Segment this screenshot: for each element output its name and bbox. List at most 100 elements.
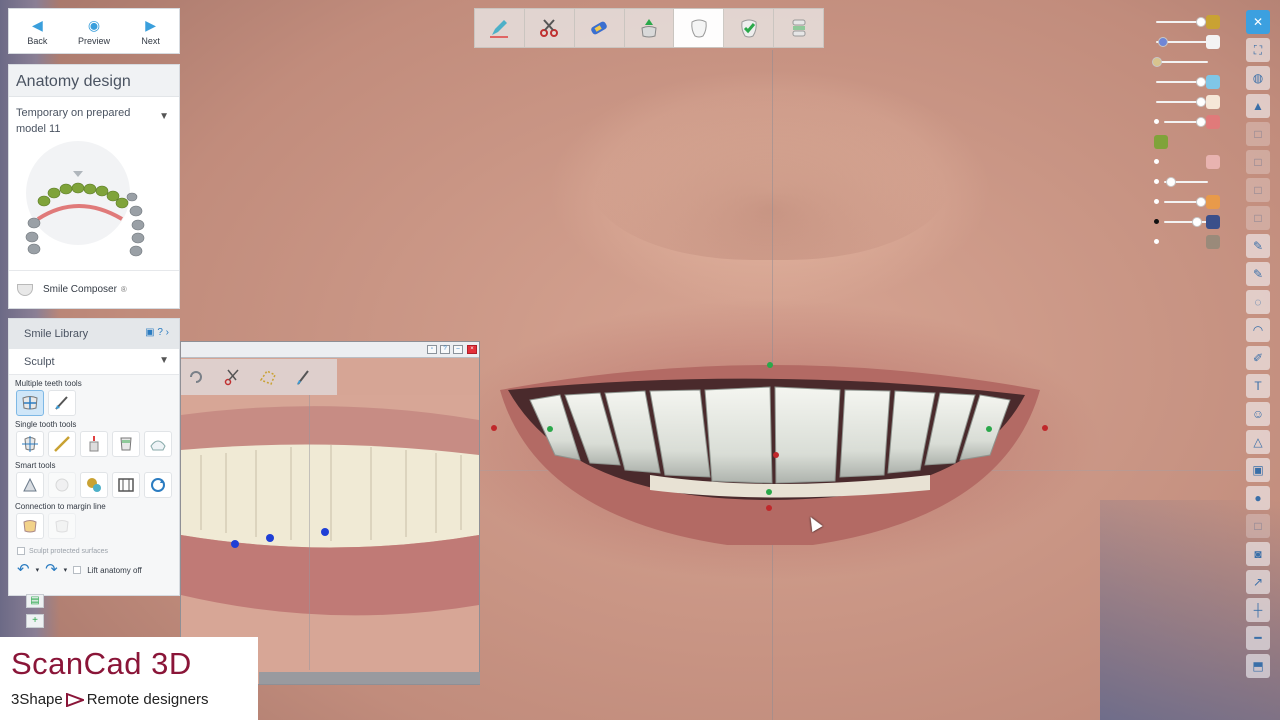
- scissors-photo-icon[interactable]: [221, 366, 243, 388]
- next-button[interactable]: ▶ Next: [122, 9, 179, 53]
- margin-layer-icon: [1206, 115, 1220, 129]
- smile-library-help[interactable]: ▣ ? ›: [145, 327, 169, 338]
- restoration-selector[interactable]: Temporary on prepared model 11 ▼: [9, 97, 179, 137]
- smart-contact-tool-button[interactable]: [16, 472, 44, 498]
- refresh-icon[interactable]: [185, 366, 207, 388]
- cap-icon[interactable]: ▲: [1246, 94, 1270, 118]
- fullscreen-icon[interactable]: ⛶: [1246, 38, 1270, 62]
- right-canine-handle[interactable]: [986, 426, 992, 432]
- slider-knob[interactable]: [1192, 217, 1202, 227]
- multi-move-tool-button[interactable]: [16, 390, 44, 416]
- tool-stack[interactable]: [774, 9, 823, 47]
- margin-connect-tool-button[interactable]: [16, 513, 44, 539]
- tool-scissors[interactable]: [525, 9, 575, 47]
- preview-button[interactable]: ◉ Preview: [66, 9, 123, 53]
- blank-tool-icon[interactable]: □: [1246, 514, 1270, 538]
- back-button[interactable]: ◀ Back: [9, 9, 66, 53]
- undo-dropdown-icon[interactable]: ▾: [36, 566, 40, 574]
- photo-landmark-1[interactable]: [231, 540, 239, 548]
- blank-tool-icon[interactable]: □: [1246, 206, 1270, 230]
- redo-dropdown-icon[interactable]: ▾: [64, 566, 68, 574]
- measure-icon[interactable]: ↗: [1246, 570, 1270, 594]
- brush-tool-icon[interactable]: ✐: [1246, 346, 1270, 370]
- left-commissure-handle[interactable]: [491, 425, 497, 431]
- smile-3d-model[interactable]: [500, 345, 1040, 550]
- photo-window-titlebar[interactable]: ▫ ? – ×: [181, 342, 479, 358]
- ruler-icon[interactable]: ━: [1246, 626, 1270, 650]
- registered-mark: ®: [120, 285, 127, 294]
- color-tool-icon[interactable]: ●: [1246, 486, 1270, 510]
- window-help-icon[interactable]: ?: [440, 345, 450, 354]
- close-icon[interactable]: ✕: [1246, 10, 1270, 34]
- tool-crown[interactable]: [625, 9, 675, 47]
- camera-icon[interactable]: ◙: [1246, 542, 1270, 566]
- single-add-tool-button[interactable]: [80, 431, 108, 457]
- lasso-icon[interactable]: ◌: [1246, 290, 1270, 314]
- undo-icon[interactable]: ↶: [17, 562, 30, 577]
- face-tool-icon[interactable]: ☺: [1246, 402, 1270, 426]
- brush-icon[interactable]: [293, 366, 315, 388]
- slider-knob[interactable]: [1166, 177, 1176, 187]
- photo-landmark-2[interactable]: [266, 534, 274, 542]
- lift-anatomy-checkbox[interactable]: [73, 566, 82, 574]
- redo-icon[interactable]: ↷: [45, 562, 58, 577]
- incisal-edge-handle[interactable]: [766, 489, 772, 495]
- tool-tooth[interactable]: [674, 9, 725, 47]
- slider-knob[interactable]: [1158, 37, 1168, 47]
- layer-icon[interactable]: ▤: [26, 594, 44, 608]
- slider-knob[interactable]: [1196, 117, 1206, 127]
- tooth-chart[interactable]: [24, 141, 164, 261]
- screenshot-icon[interactable]: ▣: [1246, 458, 1270, 482]
- brand-sub-left: 3Shape: [11, 691, 63, 708]
- preview-label: Preview: [78, 35, 111, 46]
- window-close-icon[interactable]: ×: [467, 345, 477, 354]
- photo-landmark-3[interactable]: [321, 528, 329, 536]
- midline-bottom-handle[interactable]: [766, 505, 772, 511]
- right-commissure-handle[interactable]: [1042, 425, 1048, 431]
- patient-photo[interactable]: [181, 395, 479, 672]
- slider-knob[interactable]: [1196, 97, 1206, 107]
- text-tool-icon[interactable]: T: [1246, 374, 1270, 398]
- smart-color-tool-button[interactable]: [80, 472, 108, 498]
- slider-knob[interactable]: [1196, 77, 1206, 87]
- scissors-icon: [540, 19, 559, 37]
- midline-center-handle[interactable]: [773, 452, 779, 458]
- sculpt-section-header[interactable]: Sculpt ▼: [9, 349, 179, 375]
- photo-scrollbar[interactable]: [259, 672, 480, 684]
- smile-composer-icon: [17, 283, 33, 296]
- cross-section-icon[interactable]: ┼: [1246, 598, 1270, 622]
- tool-tooth-check[interactable]: [724, 9, 775, 47]
- single-move-tool-button[interactable]: [16, 431, 44, 457]
- single-knife-tool-button[interactable]: [48, 431, 76, 457]
- single-morph-tool-button[interactable]: [144, 431, 172, 457]
- smile-library-tab[interactable]: Smile Library ▣ ? ›: [9, 319, 179, 349]
- multi-sculpt-tool-button[interactable]: [48, 390, 76, 416]
- sculpt-protected-label: Sculpt protected surfaces: [29, 547, 108, 555]
- window-minimize-icon[interactable]: –: [453, 345, 463, 354]
- tool-scan[interactable]: [575, 9, 625, 47]
- tool-pencil[interactable]: [475, 9, 525, 47]
- slider-knob[interactable]: [1152, 57, 1162, 67]
- smart-rotate-tool-button[interactable]: [144, 472, 172, 498]
- slider-knob[interactable]: [1196, 197, 1206, 207]
- sculpt-protected-row: Sculpt protected surfaces: [9, 539, 179, 555]
- export-icon[interactable]: ⬒: [1246, 654, 1270, 678]
- blank-tool-icon[interactable]: □: [1246, 122, 1270, 146]
- stack-icon: [792, 19, 806, 37]
- blank-tool-icon[interactable]: □: [1246, 178, 1270, 202]
- window-snapshot-icon[interactable]: ▫: [427, 345, 437, 354]
- blank-tool-icon[interactable]: □: [1246, 150, 1270, 174]
- view-icon[interactable]: ◍: [1246, 66, 1270, 90]
- edit-tool-icon[interactable]: ✎: [1246, 262, 1270, 286]
- smile-composer-row[interactable]: Smile Composer ®: [9, 270, 179, 308]
- add-icon[interactable]: +: [26, 614, 44, 628]
- single-smooth-tool-button[interactable]: [112, 431, 140, 457]
- warning-icon[interactable]: △: [1246, 430, 1270, 454]
- midline-top-handle[interactable]: [767, 362, 773, 368]
- left-canine-handle[interactable]: [547, 426, 553, 432]
- smart-frame-tool-button[interactable]: [112, 472, 140, 498]
- slider-knob[interactable]: [1196, 17, 1206, 27]
- points-icon[interactable]: [257, 366, 279, 388]
- tooth-view-icon[interactable]: ◠: [1246, 318, 1270, 342]
- pen-tool-icon[interactable]: ✎: [1246, 234, 1270, 258]
